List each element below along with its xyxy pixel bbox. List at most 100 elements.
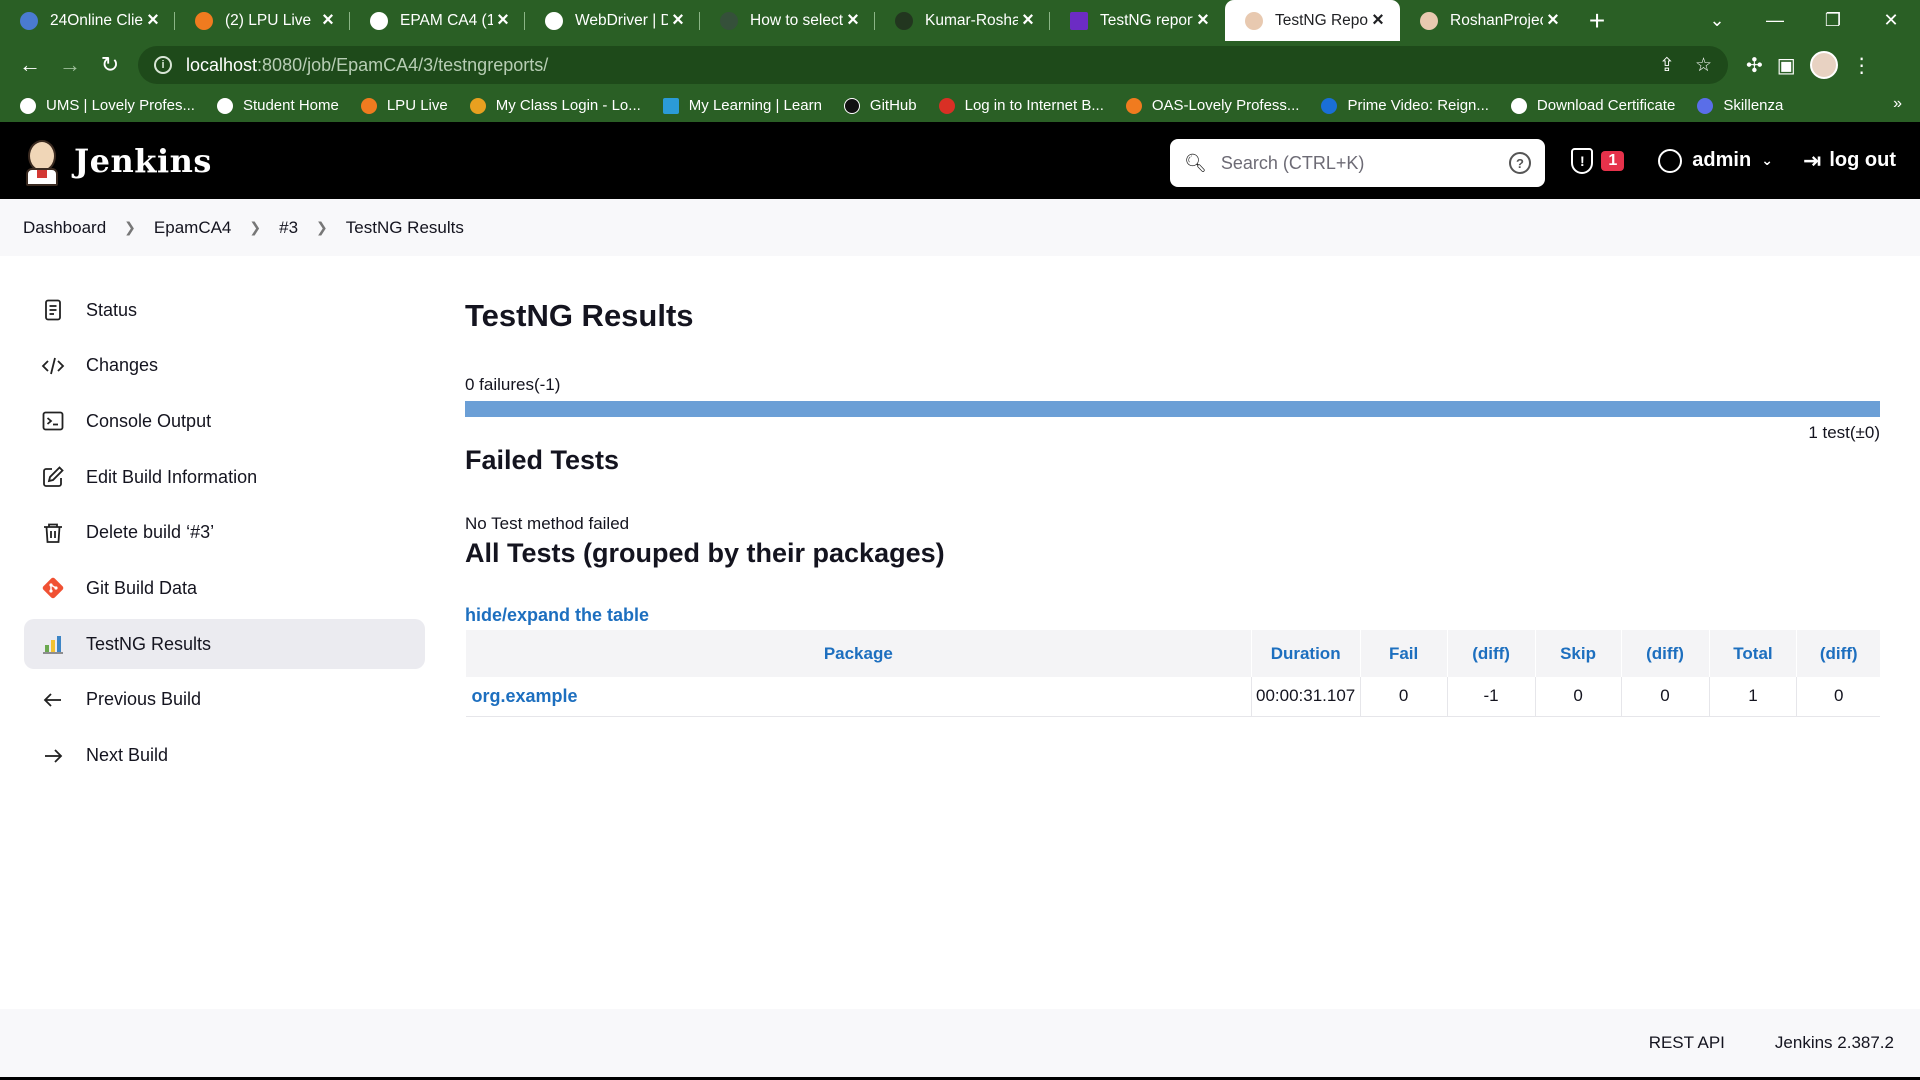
close-icon[interactable]: × xyxy=(493,9,513,32)
bookmark-item[interactable]: OAS-Lovely Profess... xyxy=(1125,97,1299,114)
close-icon[interactable]: × xyxy=(143,9,163,32)
column-header-skip[interactable]: Skip xyxy=(1534,630,1622,677)
bookmark-favicon-icon xyxy=(360,97,377,114)
close-icon[interactable]: × xyxy=(843,9,863,32)
task-status[interactable]: Status xyxy=(24,285,425,335)
site-info-icon[interactable]: i xyxy=(154,56,172,74)
browser-tab[interactable]: How to select × xyxy=(700,0,875,41)
url-path: :8080/job/EpamCA4/3/testngreports/ xyxy=(257,54,549,75)
profile-avatar[interactable] xyxy=(1809,51,1838,79)
minimize-icon[interactable]: — xyxy=(1746,10,1804,31)
close-icon[interactable]: × xyxy=(318,9,338,32)
table-row: org.example 00:00:31.107 0 -1 0 0 1 0 xyxy=(465,677,1880,717)
rest-api-link[interactable]: REST API xyxy=(1649,1033,1725,1053)
forward-arrow-icon[interactable]: → xyxy=(50,45,90,85)
user-avatar-icon xyxy=(1658,148,1683,173)
user-menu-button[interactable]: admin ⌄ xyxy=(1658,148,1773,173)
address-bar[interactable]: i localhost:8080/job/EpamCA4/3/testngrep… xyxy=(138,46,1728,84)
bookmark-label: GitHub xyxy=(869,97,917,114)
close-icon[interactable]: × xyxy=(1193,9,1213,32)
bookmark-item[interactable]: Prime Video: Reign... xyxy=(1321,97,1489,114)
bookmark-star-icon[interactable]: ☆ xyxy=(1695,54,1712,77)
browser-tab-active[interactable]: TestNG Report × xyxy=(1225,0,1400,41)
bookmark-favicon-icon xyxy=(662,97,679,114)
task-edit-build-information[interactable]: Edit Build Information xyxy=(24,452,425,502)
task-console-output[interactable]: Console Output xyxy=(24,396,425,446)
bookmark-item[interactable]: LPU Live xyxy=(360,97,448,114)
reload-icon[interactable]: ↻ xyxy=(90,45,130,85)
jenkins-version-link[interactable]: Jenkins 2.387.2 xyxy=(1775,1033,1894,1053)
security-alerts-button[interactable]: ! 1 xyxy=(1571,147,1625,174)
page-footer: REST API Jenkins 2.387.2 xyxy=(0,1009,1920,1077)
all-tests-heading: All Tests (grouped by their packages) xyxy=(465,538,945,568)
bookmark-item[interactable]: Student Home xyxy=(216,97,339,114)
side-panel-icon[interactable]: ▣ xyxy=(1777,53,1796,78)
task-label: Next Build xyxy=(86,745,169,765)
bookmark-item[interactable]: My Learning | Learn xyxy=(662,97,822,114)
column-header-skip-diff[interactable]: (diff) xyxy=(1620,630,1709,677)
bookmark-item[interactable]: Download Certificate xyxy=(1510,97,1675,114)
browser-menu-icon[interactable]: ⋮ xyxy=(1852,53,1872,78)
bookmark-item[interactable]: Skillenza xyxy=(1697,97,1783,114)
task-next-build[interactable]: Next Build xyxy=(24,731,425,781)
package-link[interactable]: org.example xyxy=(472,686,578,706)
packages-table: Package Duration Fail (diff) Skip (diff)… xyxy=(465,630,1880,717)
tab-label: (2) LPU Live xyxy=(225,11,312,29)
new-tab-plus-icon[interactable]: + xyxy=(1575,0,1619,41)
no-failed-message: No Test method failed xyxy=(465,514,630,533)
tab-label: WebDriver | Do xyxy=(575,11,668,29)
back-arrow-icon[interactable]: ← xyxy=(10,45,50,85)
task-testng-results[interactable]: TestNG Results xyxy=(24,619,425,670)
cell-total: 1 xyxy=(1708,677,1797,717)
browser-tab[interactable]: TestNG report × xyxy=(1050,0,1225,41)
tab-label: Kumar-Roshan xyxy=(925,11,1018,29)
help-icon[interactable]: ? xyxy=(1509,152,1531,174)
bookmark-item[interactable]: Log in to Internet B... xyxy=(938,97,1104,114)
close-icon[interactable]: × xyxy=(1368,9,1388,32)
alert-count-badge: 1 xyxy=(1601,150,1625,171)
tab-search-chevron-icon[interactable]: ⌄ xyxy=(1688,10,1746,31)
logout-button[interactable]: ⇥ log out xyxy=(1803,148,1896,174)
globe-icon xyxy=(545,11,563,30)
task-delete-build[interactable]: Delete build ‘#3’ xyxy=(24,508,425,558)
restore-icon[interactable]: ❐ xyxy=(1804,10,1862,31)
browser-toolbar: ← → ↻ i localhost:8080/job/EpamCA4/3/tes… xyxy=(0,41,1920,89)
git-icon xyxy=(40,575,66,601)
breadcrumb-current[interactable]: TestNG Results xyxy=(346,218,464,238)
column-header-package[interactable]: Package xyxy=(465,630,1252,677)
task-git-build-data[interactable]: Git Build Data xyxy=(24,563,425,613)
bookmark-item[interactable]: My Class Login - Lo... xyxy=(469,97,641,114)
task-changes[interactable]: Changes xyxy=(24,341,425,391)
browser-tab[interactable]: RoshanProject × xyxy=(1400,0,1575,41)
bookmark-item[interactable]: GitHub xyxy=(843,97,917,114)
browser-tab[interactable]: EPAM CA4 (1) × xyxy=(350,0,525,41)
search-input[interactable] xyxy=(1220,152,1509,174)
column-header-fail[interactable]: Fail xyxy=(1359,630,1448,677)
column-header-duration[interactable]: Duration xyxy=(1250,630,1361,677)
close-icon[interactable]: × xyxy=(668,9,688,32)
browser-tab[interactable]: Kumar-Roshan× xyxy=(875,0,1050,41)
bookmarks-overflow-icon[interactable]: » xyxy=(1893,95,1902,113)
github-icon xyxy=(843,97,860,114)
window-close-icon[interactable]: ✕ xyxy=(1862,10,1920,31)
extensions-puzzle-icon[interactable]: ✣ xyxy=(1746,53,1763,78)
column-header-total-diff[interactable]: (diff) xyxy=(1796,630,1880,677)
share-icon[interactable]: ⇪ xyxy=(1659,54,1675,77)
close-icon[interactable]: × xyxy=(1543,9,1563,32)
close-icon[interactable]: × xyxy=(1018,9,1038,32)
jenkins-home-link[interactable]: Jenkins xyxy=(22,136,212,186)
column-header-fail-diff[interactable]: (diff) xyxy=(1446,630,1536,677)
column-header-total[interactable]: Total xyxy=(1708,630,1797,677)
bookmark-label: My Learning | Learn xyxy=(688,97,822,114)
toggle-table-link[interactable]: hide/expand the table xyxy=(465,605,1880,626)
browser-tab[interactable]: WebDriver | Do× xyxy=(525,0,700,41)
tab-label: 24Online Client xyxy=(50,11,143,29)
browser-tab[interactable]: (2) LPU Live × xyxy=(175,0,350,41)
breadcrumb-build[interactable]: #3 xyxy=(279,218,298,238)
bookmark-item[interactable]: UMS | Lovely Profes... xyxy=(20,97,195,114)
browser-tab[interactable]: 24Online Client× xyxy=(0,0,175,41)
breadcrumb-dashboard[interactable]: Dashboard xyxy=(23,218,106,238)
task-previous-build[interactable]: Previous Build xyxy=(24,675,425,725)
breadcrumb-job[interactable]: EpamCA4 xyxy=(154,218,231,238)
task-label: Git Build Data xyxy=(86,577,198,598)
